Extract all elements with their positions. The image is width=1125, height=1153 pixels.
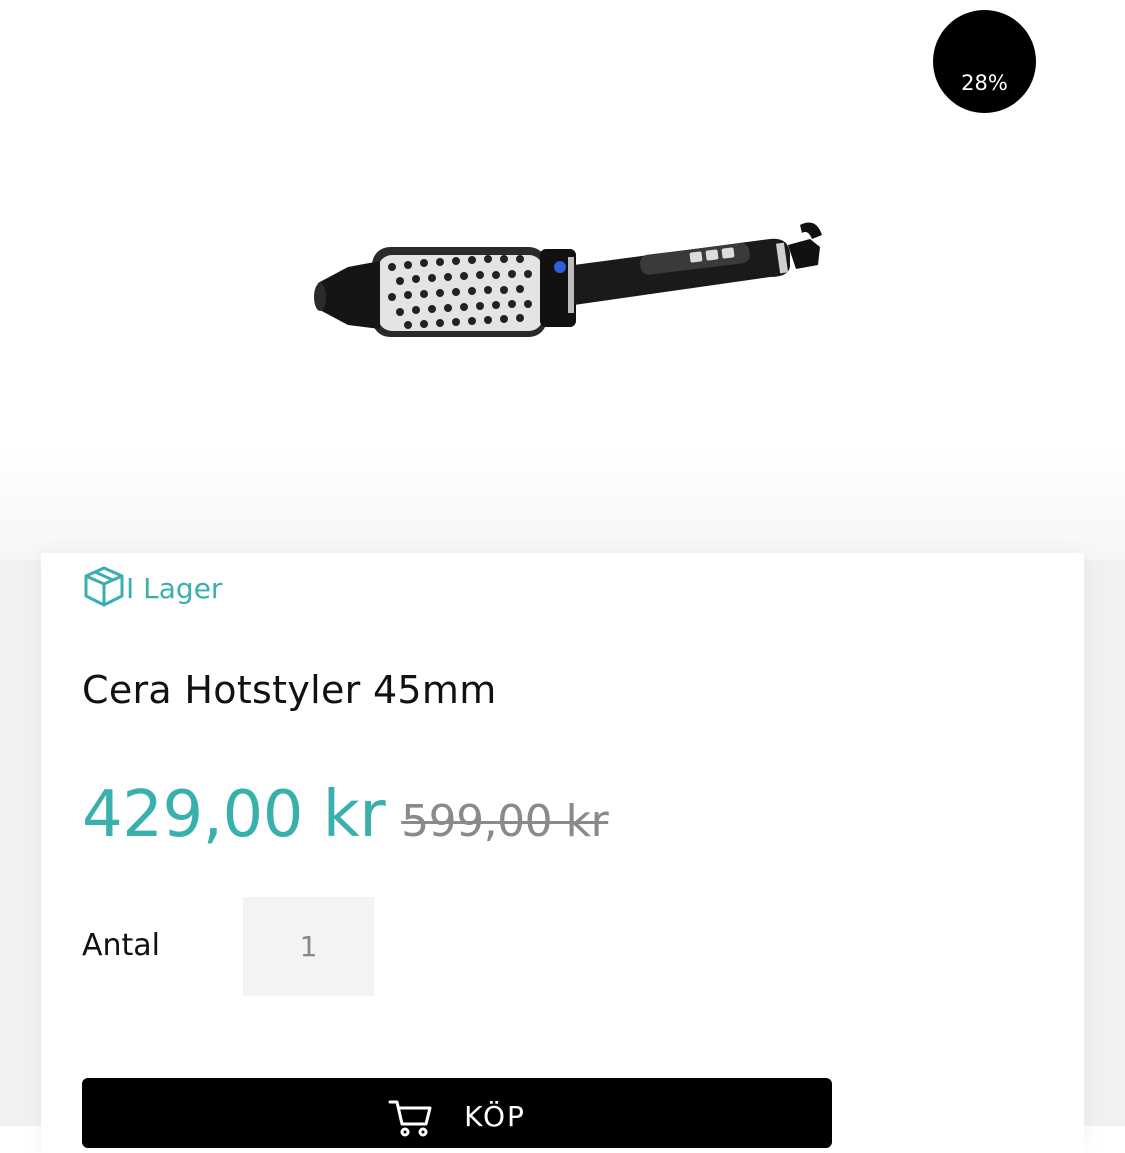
product-image[interactable] [300,205,840,350]
discount-badge: 28% [933,10,1036,113]
cart-icon [388,1100,432,1137]
product-info-card [41,553,1084,1153]
box-icon [84,566,124,607]
buy-button[interactable]: KÖP [82,1078,832,1148]
quantity-label: Antal [82,928,161,963]
stock-status: I Lager [82,553,222,619]
product-title: Cera Hotstyler 45mm [82,668,497,712]
discount-badge-label: 28% [961,70,1008,95]
stock-status-label: I Lager [126,572,223,605]
price-old: 599,00 kr [401,796,609,847]
price-row: 429,00 kr 599,00 kr [82,778,609,852]
price-current: 429,00 kr [82,778,386,852]
quantity-input[interactable] [243,897,374,996]
buy-button-label: KÖP [464,1100,526,1133]
